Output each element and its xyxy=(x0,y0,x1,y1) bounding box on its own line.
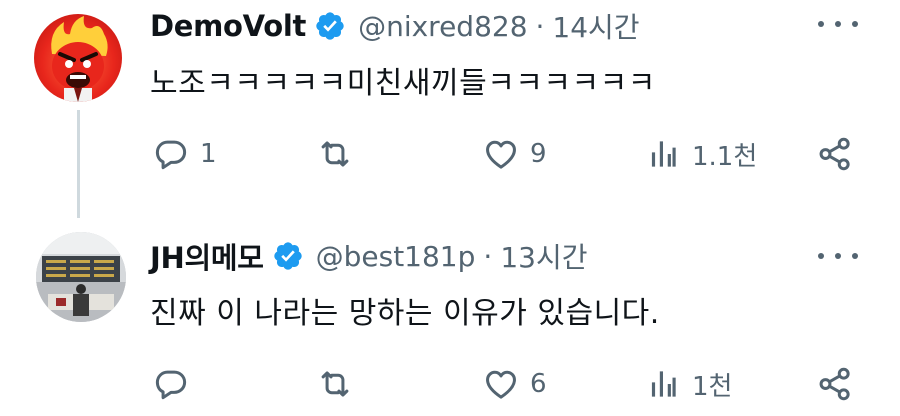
reply-button[interactable]: 1 xyxy=(152,134,217,174)
avatar[interactable] xyxy=(36,232,126,322)
tweet-text: 진짜 이 나라는 망하는 이유가 있습니다. xyxy=(150,296,660,331)
more-options-icon[interactable] xyxy=(818,246,858,266)
reply-icon xyxy=(155,370,187,400)
reply-button[interactable] xyxy=(152,364,200,404)
tweet[interactable]: JH의메모 @best181p · 13시간 진짜 이 나라는 망하는 이유가 … xyxy=(0,216,900,416)
separator-dot: · xyxy=(483,239,493,273)
like-count: 6 xyxy=(530,369,547,399)
reply-count: 1 xyxy=(200,139,217,169)
retweet-button[interactable] xyxy=(316,364,364,404)
tweet-header: DemoVolt @nixred828 · 14시간 xyxy=(150,4,640,48)
heart-icon xyxy=(486,140,516,169)
views-chart-icon xyxy=(651,141,676,167)
share-button[interactable] xyxy=(816,134,854,174)
share-icon xyxy=(819,137,850,171)
verified-badge-icon xyxy=(314,10,346,42)
timestamp[interactable]: 14시간 xyxy=(552,6,639,46)
thread-line xyxy=(77,110,80,218)
heart-icon xyxy=(486,370,516,399)
like-button[interactable]: 9 xyxy=(482,134,547,174)
tweet-header: JH의메모 @best181p · 13시간 xyxy=(150,236,587,276)
action-bar: 1 9 1.1천 xyxy=(148,134,868,174)
separator-dot: · xyxy=(535,9,545,43)
handle[interactable]: @nixred828 xyxy=(358,10,527,43)
handle[interactable]: @best181p xyxy=(316,240,476,273)
view-count: 1.1천 xyxy=(692,141,758,172)
retweet-icon xyxy=(321,371,349,397)
like-button[interactable]: 6 xyxy=(482,364,547,404)
display-name[interactable]: JH의메모 xyxy=(150,235,264,277)
display-name[interactable]: DemoVolt xyxy=(150,9,306,43)
share-button[interactable] xyxy=(816,364,854,404)
reply-icon xyxy=(155,140,187,170)
views-button[interactable]: 1천 xyxy=(644,364,732,404)
share-icon xyxy=(819,367,850,401)
timestamp[interactable]: 13시간 xyxy=(500,236,587,276)
retweet-icon xyxy=(321,141,349,167)
avatar[interactable] xyxy=(34,14,122,102)
tweet[interactable]: DemoVolt @nixred828 · 14시간 노조ㅋㅋㅋㅋㅋ미친새끼들ㅋ… xyxy=(0,0,900,218)
views-button[interactable]: 1.1천 xyxy=(644,134,757,174)
retweet-button[interactable] xyxy=(316,134,364,174)
like-count: 9 xyxy=(530,139,547,169)
more-options-icon[interactable] xyxy=(818,14,858,34)
verified-badge-icon xyxy=(272,240,304,272)
view-count: 1천 xyxy=(692,371,733,402)
tweet-text: 노조ㅋㅋㅋㅋㅋ미친새끼들ㅋㅋㅋㅋㅋㅋ xyxy=(150,66,656,101)
action-bar: 6 1천 xyxy=(148,364,868,404)
views-chart-icon xyxy=(651,371,676,397)
